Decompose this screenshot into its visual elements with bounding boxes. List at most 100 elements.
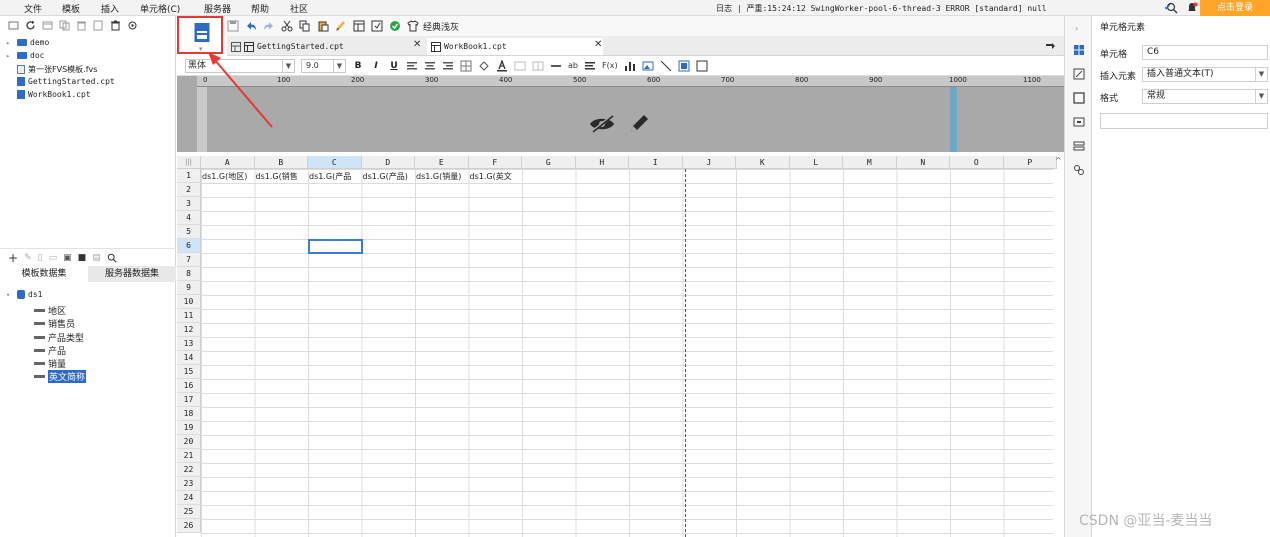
dataset-field[interactable]: 销售员 (34, 317, 75, 330)
chevron-down-icon[interactable]: ▼ (333, 59, 345, 72)
column-header-n[interactable]: N (896, 156, 950, 169)
format-painter-icon[interactable] (335, 20, 347, 32)
tree-item-workbook1[interactable]: WorkBook1.cpt (6, 90, 91, 99)
collapse-arrow-icon[interactable]: › (1075, 24, 1078, 33)
menu-cell[interactable]: 单元格(C) (140, 2, 180, 15)
undo-icon[interactable] (245, 20, 257, 32)
server-dataset-icon[interactable]: ■ (78, 253, 87, 263)
save-icon[interactable] (227, 20, 239, 32)
preview-dataset-icon[interactable]: ▣ (63, 253, 72, 263)
bold-button[interactable]: B (352, 61, 364, 71)
tab-workbook1[interactable]: WorkBook1.cpt (427, 38, 603, 55)
column-header-d[interactable]: D (361, 156, 415, 169)
insert-text-icon[interactable]: ab (568, 61, 578, 70)
cell-d1[interactable]: ds1.G(产品) (362, 170, 415, 183)
insert-formula-icon[interactable]: F(x) (602, 61, 618, 70)
row-header-20[interactable]: 20 (177, 435, 201, 449)
row-header-21[interactable]: 21 (177, 449, 201, 463)
tab-template-datasets[interactable]: 模板数据集 (0, 266, 88, 282)
edit-dataset-icon[interactable]: ✎ (24, 253, 32, 263)
copy-dataset-icon[interactable]: ▭ (49, 253, 58, 263)
row-header-6[interactable]: 6 (177, 239, 201, 253)
template-button-highlight[interactable]: ▾ (177, 16, 223, 54)
redo-icon[interactable] (263, 20, 275, 32)
row-header-23[interactable]: 23 (177, 477, 201, 491)
unmerge-cells-icon[interactable] (532, 60, 544, 72)
column-header-a[interactable]: A (201, 156, 255, 169)
cell-attribute-icon[interactable] (1073, 68, 1085, 80)
font-color-icon[interactable] (496, 59, 508, 72)
cell-f1[interactable]: ds1.G(英文 (469, 170, 522, 183)
delete-dataset-icon[interactable]: ▯ (38, 253, 43, 263)
column-header-m[interactable]: M (843, 156, 897, 169)
tree-item-demo[interactable]: ▸ demo (6, 38, 49, 47)
column-header-j[interactable]: J (682, 156, 736, 169)
login-button[interactable]: 点击登录 (1200, 0, 1270, 16)
dropdown-caret-icon[interactable]: ▾ (199, 45, 203, 53)
chevron-down-icon[interactable]: ▼ (1255, 68, 1267, 81)
tab-menu-icon[interactable] (1045, 41, 1055, 51)
close-tab-icon[interactable]: ✕ (413, 39, 421, 50)
row-header-26[interactable]: 26 (177, 519, 201, 533)
row-header-15[interactable]: 15 (177, 365, 201, 379)
column-header-c[interactable]: C (308, 156, 362, 169)
font-family-select[interactable]: 黑体 ▼ (185, 58, 295, 73)
new-folder-icon[interactable] (8, 20, 19, 31)
dataset-field[interactable]: 产品类型 (34, 331, 84, 344)
row-header-12[interactable]: 12 (177, 323, 201, 337)
merge-cells-icon[interactable] (514, 60, 526, 72)
chevron-down-icon[interactable]: ▼ (1255, 90, 1267, 103)
cell-b1[interactable]: ds1.G(销售 (255, 170, 308, 183)
delete-file-icon[interactable] (76, 20, 87, 31)
row-header-3[interactable]: 3 (177, 197, 201, 211)
row-header-17[interactable]: 17 (177, 393, 201, 407)
apply-check-icon[interactable]: ✔ (1164, 3, 1172, 13)
tab-server-datasets[interactable]: 服务器数据集 (88, 266, 176, 282)
row-header-14[interactable]: 14 (177, 351, 201, 365)
tree-item-gettingstarted[interactable]: GettingStarted.cpt (6, 77, 115, 86)
tab-gettingstarted[interactable]: GettingStarted.cpt (227, 38, 410, 55)
insert-slash-icon[interactable] (660, 60, 672, 72)
align-left-icon[interactable] (406, 60, 418, 72)
row-header-1[interactable]: 1 (177, 169, 201, 183)
cell-c1[interactable]: ds1.G(产品 (308, 170, 361, 183)
column-header-h[interactable]: H (575, 156, 629, 169)
tree-item-fvs[interactable]: 第一张FVS模板.fvs (6, 64, 97, 75)
tree-item-doc[interactable]: ▸ doc (6, 51, 44, 60)
menu-community[interactable]: 社区 (290, 2, 308, 15)
menu-file[interactable]: 文件 (24, 2, 42, 15)
column-header-k[interactable]: K (736, 156, 790, 169)
row-header-16[interactable]: 16 (177, 379, 201, 393)
row-header-22[interactable]: 22 (177, 463, 201, 477)
row-header-18[interactable]: 18 (177, 407, 201, 421)
column-header-l[interactable]: L (789, 156, 843, 169)
theme-label[interactable]: 经典浅灰 (423, 20, 459, 33)
insert-rich-text-icon[interactable] (584, 60, 596, 72)
cell-a1[interactable]: ds1.G(地区) (201, 170, 254, 183)
row-header-11[interactable]: 11 (177, 309, 201, 323)
insert-subreport-icon[interactable] (678, 60, 690, 72)
dataset-field[interactable]: 销量 (34, 357, 66, 370)
collapse-arrow-icon[interactable]: ▾ (6, 291, 14, 299)
widget-settings-icon[interactable] (1073, 92, 1085, 104)
cell-e1[interactable]: ds1.G(销量) (415, 170, 468, 183)
row-header-2[interactable]: 2 (177, 183, 201, 197)
refresh-icon[interactable] (25, 20, 36, 31)
insert-data-column-icon[interactable] (550, 60, 562, 72)
cut-icon[interactable] (281, 20, 293, 32)
align-center-icon[interactable] (424, 60, 436, 72)
chevron-down-icon[interactable]: ▼ (282, 59, 294, 72)
row-header-5[interactable]: 5 (177, 225, 201, 239)
insert-widget-icon[interactable] (696, 60, 708, 72)
selected-cell[interactable] (308, 239, 363, 254)
column-header-b[interactable]: B (254, 156, 308, 169)
menu-server[interactable]: 服务器 (204, 2, 231, 15)
pencil-icon[interactable] (627, 112, 651, 136)
row-header-13[interactable]: 13 (177, 337, 201, 351)
fill-color-icon[interactable] (478, 60, 490, 72)
preview-icon[interactable] (371, 20, 383, 32)
template-settings-icon[interactable] (353, 20, 365, 32)
column-header-e[interactable]: E (415, 156, 469, 169)
row-header-10[interactable]: 10 (177, 295, 201, 309)
template-icon[interactable] (194, 23, 210, 43)
